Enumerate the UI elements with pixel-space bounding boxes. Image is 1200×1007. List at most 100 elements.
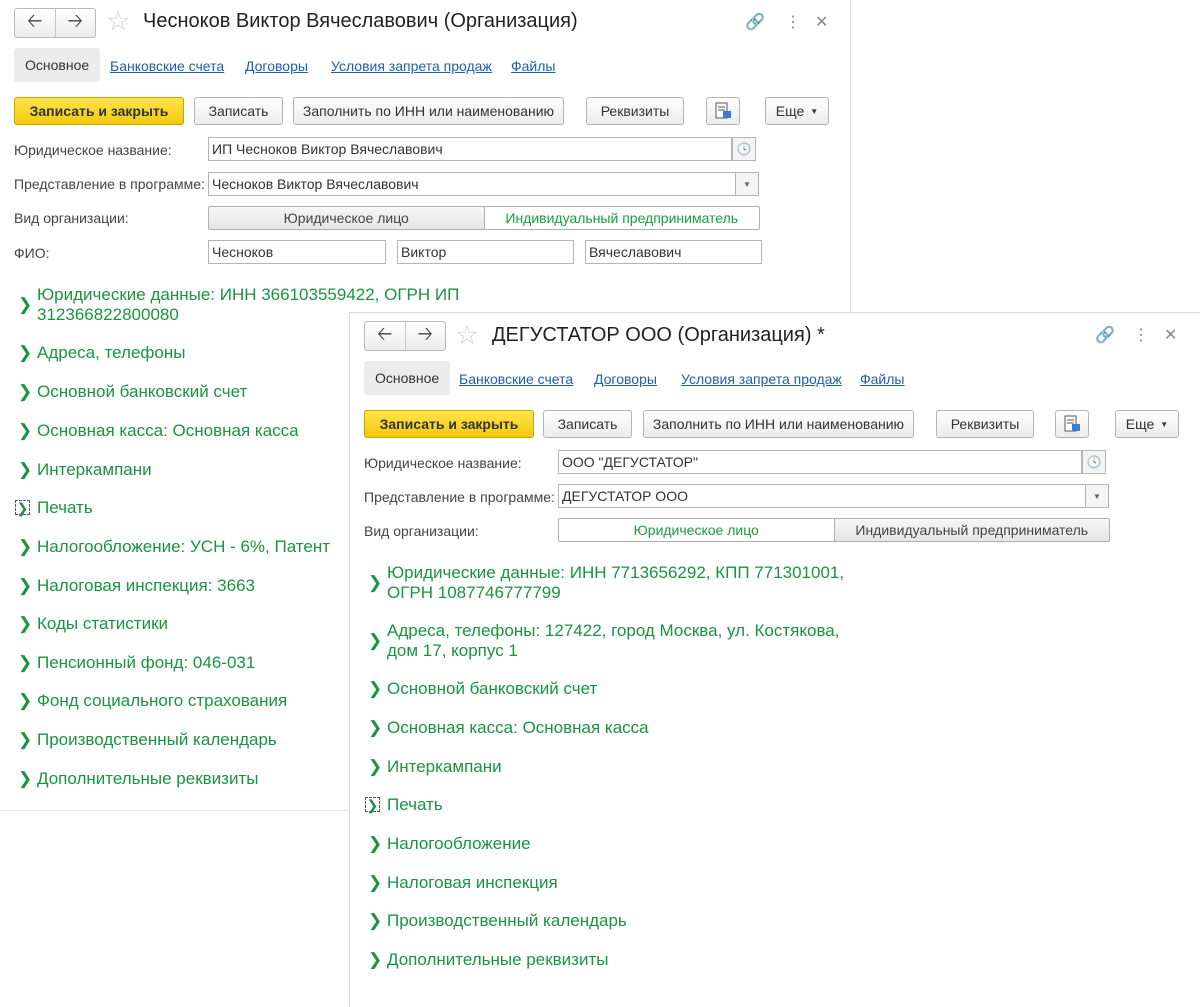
group-cashbox[interactable]: Основная касса: Основная касса: [387, 718, 649, 738]
fio-label: ФИО:: [14, 245, 50, 261]
more-vertical-icon[interactable]: ⋮: [1133, 325, 1149, 345]
group-bank-account[interactable]: Основной банковский счет: [37, 382, 247, 402]
tab-contracts[interactable]: Договоры: [594, 371, 657, 387]
favorite-star-icon[interactable]: ☆: [455, 322, 479, 349]
group-tax-inspection[interactable]: Налоговая инспекция: 3663: [37, 576, 255, 596]
chevron-right-icon[interactable]: ❯: [18, 421, 32, 441]
requisites-button[interactable]: Реквизиты: [586, 97, 684, 125]
chevron-right-icon[interactable]: ❯: [18, 653, 32, 673]
presentation-input[interactable]: Чесноков Виктор Вячеславович: [208, 172, 736, 196]
fill-by-inn-button[interactable]: Заполнить по ИНН или наименованию: [293, 97, 564, 125]
chevron-right-icon[interactable]: ❯: [15, 500, 30, 515]
group-print[interactable]: Печать: [37, 498, 93, 518]
chevron-right-icon[interactable]: ❯: [18, 343, 32, 363]
chevron-right-icon[interactable]: ❯: [368, 631, 382, 651]
group-additional-requisites[interactable]: Дополнительные реквизиты: [387, 950, 608, 970]
tab-main[interactable]: Основное: [364, 361, 451, 395]
chevron-right-icon[interactable]: ❯: [18, 576, 32, 596]
presentation-input[interactable]: ДЕГУСТАТОР ООО: [558, 484, 1086, 508]
group-production-calendar[interactable]: Производственный календарь: [387, 911, 627, 931]
link-icon[interactable]: 🔗: [745, 12, 765, 32]
chevron-right-icon[interactable]: ❯: [368, 573, 382, 593]
more-menu-button[interactable]: Еще ▼: [1115, 410, 1179, 438]
tab-contracts[interactable]: Договоры: [245, 58, 308, 74]
chevron-right-icon[interactable]: ❯: [18, 614, 32, 634]
document-list-icon[interactable]: [706, 97, 740, 125]
middle-name-input[interactable]: Вячеславович: [585, 240, 762, 264]
group-tax-inspection[interactable]: Налоговая инспекция: [387, 873, 558, 893]
chevron-right-icon[interactable]: ❯: [368, 873, 382, 893]
group-print[interactable]: Печать: [387, 795, 443, 815]
group-pension-fund[interactable]: Пенсионный фонд: 046-031: [37, 653, 255, 673]
group-statistics-codes[interactable]: Коды статистики: [37, 614, 168, 634]
forward-arrow-icon[interactable]: 🡢: [406, 322, 446, 350]
forward-arrow-icon[interactable]: 🡢: [56, 9, 96, 37]
dropdown-arrow-icon[interactable]: ▼: [1085, 484, 1109, 508]
group-legal-data[interactable]: Юридические данные: ИНН 7713656292, КПП …: [387, 563, 867, 603]
history-nav: 🡠 🡢: [14, 8, 96, 38]
fill-by-inn-button[interactable]: Заполнить по ИНН или наименованию: [643, 410, 914, 438]
org-type-individual[interactable]: Индивидуальный предприниматель: [833, 519, 1109, 541]
group-bank-account[interactable]: Основной банковский счет: [387, 679, 597, 699]
first-name-input[interactable]: Виктор: [397, 240, 574, 264]
org-type-legal-entity[interactable]: Юридическое лицо: [559, 519, 834, 541]
chevron-right-icon[interactable]: ❯: [18, 382, 32, 402]
group-social-insurance[interactable]: Фонд социального страхования: [37, 691, 287, 711]
close-icon[interactable]: ✕: [1164, 325, 1177, 345]
chevron-right-icon[interactable]: ❯: [18, 537, 32, 557]
requisites-button[interactable]: Реквизиты: [936, 410, 1034, 438]
link-icon[interactable]: 🔗: [1095, 325, 1115, 345]
more-menu-label: Еще: [1125, 416, 1155, 432]
group-additional-requisites[interactable]: Дополнительные реквизиты: [37, 769, 258, 789]
save-button[interactable]: Записать: [543, 410, 632, 438]
tab-bank-accounts[interactable]: Банковские счета: [459, 371, 573, 387]
save-button[interactable]: Записать: [194, 97, 283, 125]
chevron-right-icon[interactable]: ❯: [18, 460, 32, 480]
back-arrow-icon[interactable]: 🡠: [365, 322, 406, 350]
document-list-icon[interactable]: [1055, 410, 1089, 438]
group-production-calendar[interactable]: Производственный календарь: [37, 730, 277, 750]
tab-sale-restrictions[interactable]: Условия запрета продаж: [331, 58, 492, 74]
chevron-right-icon[interactable]: ❯: [18, 769, 32, 789]
chevron-right-icon[interactable]: ❯: [18, 691, 32, 711]
chevron-right-icon[interactable]: ❯: [368, 757, 382, 777]
save-close-button[interactable]: Записать и закрыть: [14, 97, 184, 125]
last-name-input[interactable]: Чесноков: [208, 240, 386, 264]
org-type-individual[interactable]: Индивидуальный предприниматель: [483, 207, 759, 229]
history-nav: 🡠 🡢: [364, 321, 446, 351]
tab-sale-restrictions[interactable]: Условия запрета продаж: [681, 371, 842, 387]
chevron-right-icon[interactable]: ❯: [368, 911, 382, 931]
legal-name-input[interactable]: ООО "ДЕГУСТАТОР": [558, 450, 1082, 474]
save-close-button[interactable]: Записать и закрыть: [364, 410, 534, 438]
chevron-right-icon[interactable]: ❯: [18, 295, 32, 315]
tab-main[interactable]: Основное: [14, 48, 101, 82]
close-icon[interactable]: ✕: [815, 12, 828, 32]
dropdown-arrow-icon[interactable]: ▼: [735, 172, 759, 196]
more-vertical-icon[interactable]: ⋮: [785, 12, 801, 32]
chevron-right-icon[interactable]: ❯: [368, 950, 382, 970]
tab-files[interactable]: Файлы: [511, 58, 555, 74]
favorite-star-icon[interactable]: ☆: [106, 8, 130, 35]
group-taxation[interactable]: Налогообложение: УСН - 6%, Патент: [37, 537, 330, 557]
chevron-right-icon[interactable]: ❯: [365, 797, 380, 812]
chevron-right-icon[interactable]: ❯: [18, 730, 32, 750]
tab-bank-accounts[interactable]: Банковские счета: [110, 58, 224, 74]
group-cashbox[interactable]: Основная касса: Основная касса: [37, 421, 299, 441]
chevron-right-icon[interactable]: ❯: [368, 834, 382, 854]
history-clock-icon[interactable]: 🕓: [732, 137, 756, 161]
dropdown-arrow-icon: ▼: [810, 106, 819, 116]
org-type-legal-entity[interactable]: Юридическое лицо: [209, 207, 484, 229]
history-clock-icon[interactable]: 🕓: [1082, 450, 1106, 474]
more-menu-label: Еще: [775, 103, 805, 119]
group-taxation[interactable]: Налогообложение: [387, 834, 531, 854]
group-intercompany[interactable]: Интеркампани: [387, 757, 502, 777]
tab-files[interactable]: Файлы: [860, 371, 904, 387]
group-addresses[interactable]: Адреса, телефоны: 127422, город Москва, …: [387, 621, 867, 661]
legal-name-input[interactable]: ИП Чесноков Виктор Вячеславович: [208, 137, 732, 161]
group-intercompany[interactable]: Интеркампани: [37, 460, 152, 480]
group-addresses[interactable]: Адреса, телефоны: [37, 343, 185, 363]
back-arrow-icon[interactable]: 🡠: [15, 9, 56, 37]
chevron-right-icon[interactable]: ❯: [368, 718, 382, 738]
chevron-right-icon[interactable]: ❯: [368, 679, 382, 699]
more-menu-button[interactable]: Еще ▼: [765, 97, 829, 125]
